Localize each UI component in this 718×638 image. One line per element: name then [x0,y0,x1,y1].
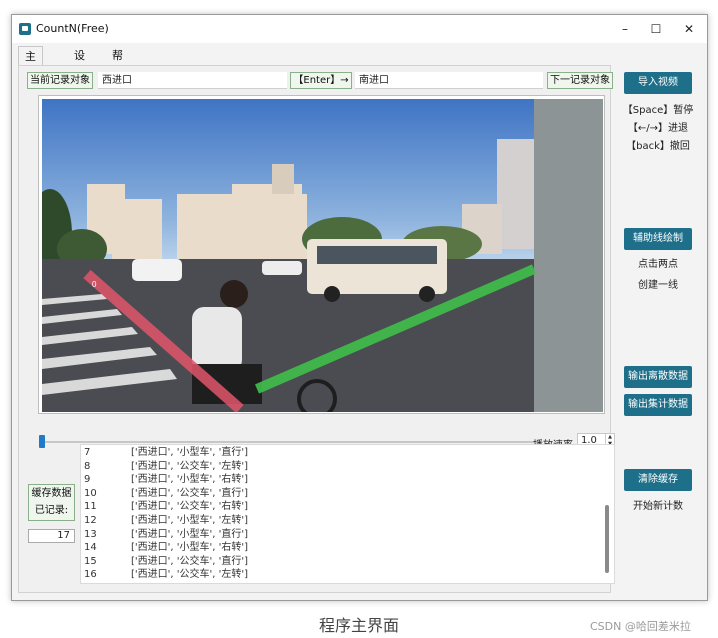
log-index: 9 [84,474,91,486]
close-button[interactable]: ✕ [678,19,700,39]
log-index: 7 [84,447,91,458]
log-index: 12 [84,515,97,526]
log-value: ['西进口', '小型车', '右转'] [131,474,249,486]
log-value: ['西进口', '公交车', '左转'] [131,460,249,472]
tab-help[interactable]: 帮助 [106,46,129,82]
car [132,259,182,281]
playback-track[interactable] [41,441,534,443]
cache-panel: 缓存数据 已记录: [28,484,75,521]
record-count: 17 [28,529,75,543]
maximize-button[interactable]: ☐ [645,19,667,39]
line-label: 0 [92,280,97,289]
watermark: CSDN @哈回差米拉 [590,620,691,633]
next-record-field[interactable]: 南进口 [355,72,543,89]
log-scrollbar[interactable] [605,505,609,573]
hint-arrows: 【←/→】进退 [627,123,689,134]
log-index: 11 [84,501,97,513]
hint-space: 【Space】暂停 [622,105,694,116]
minimize-button[interactable]: – [614,19,636,39]
hint-click-points: 点击两点 [638,259,678,270]
next-record-label: 下一记录对象 [547,72,613,89]
app-icon [19,23,31,35]
tab-main[interactable]: 主页面 [18,46,43,103]
log-index: 16 [84,569,97,581]
log-value: ['西进口', '公交车', '直行'] [131,487,249,499]
log-value: ['西进口', '小型车', '直行'] [131,528,249,540]
hint-restart: 开始新计数 [633,501,683,512]
export-discrete-button[interactable]: 输出离散数据 [624,366,692,388]
log-index: 15 [84,555,97,567]
tab-settings[interactable]: 设置 [68,46,91,82]
title-bar: CountN(Free) – ☐ ✕ [12,15,707,43]
recorded-label: 已记录: [34,505,69,516]
log-value: ['西进口', '公交车', '左转'] [131,569,249,581]
export-aggregate-button[interactable]: 输出集计数据 [624,394,692,416]
cache-title: 缓存数据 [31,488,72,499]
playback-handle[interactable] [39,435,45,448]
log-index: 13 [84,528,97,540]
video-frame[interactable]: 0 [38,95,605,414]
current-record-field[interactable]: 西进口 [98,72,287,89]
log-value: ['西进口', '小型车', '右转'] [131,542,249,554]
window-title: CountN(Free) [36,22,109,35]
log-value: ['西进口', '小型车', '左转'] [131,515,249,526]
record-log[interactable]: 7 ['西进口', '小型车', '直行'] 8 ['西进口', '公交车', '左转… [80,444,615,584]
hint-create-line: 创建一线 [638,280,678,291]
current-record-label: 当前记录对象 [27,72,93,89]
log-value: ['西进口', '公交车', '右转'] [131,501,249,513]
log-index: 8 [84,460,91,472]
enter-button[interactable]: 【Enter】→ [290,72,352,89]
import-video-button[interactable]: 导入视频 [624,72,692,94]
log-index: 10 [84,487,97,499]
draw-lines-button[interactable]: 辅助线绘制 [624,228,692,250]
log-value: ['西进口', '小型车', '直行'] [131,447,249,458]
log-index: 14 [84,542,97,554]
hint-back: 【back】撤回 [626,141,690,152]
clear-cache-button[interactable]: 清除缓存 [624,469,692,491]
main-panel: 当前记录对象 西进口 【Enter】→ 南进口 下一记录对象 0 1.0 ▲ 7… [18,65,615,593]
pillar [534,99,603,412]
log-value: ['西进口', '公交车', '直行'] [131,555,249,567]
app-window: CountN(Free) – ☐ ✕ 主页面 设置 帮助 当前记录对象 西进口 … [11,14,708,601]
video-scene: 0 [42,99,603,412]
